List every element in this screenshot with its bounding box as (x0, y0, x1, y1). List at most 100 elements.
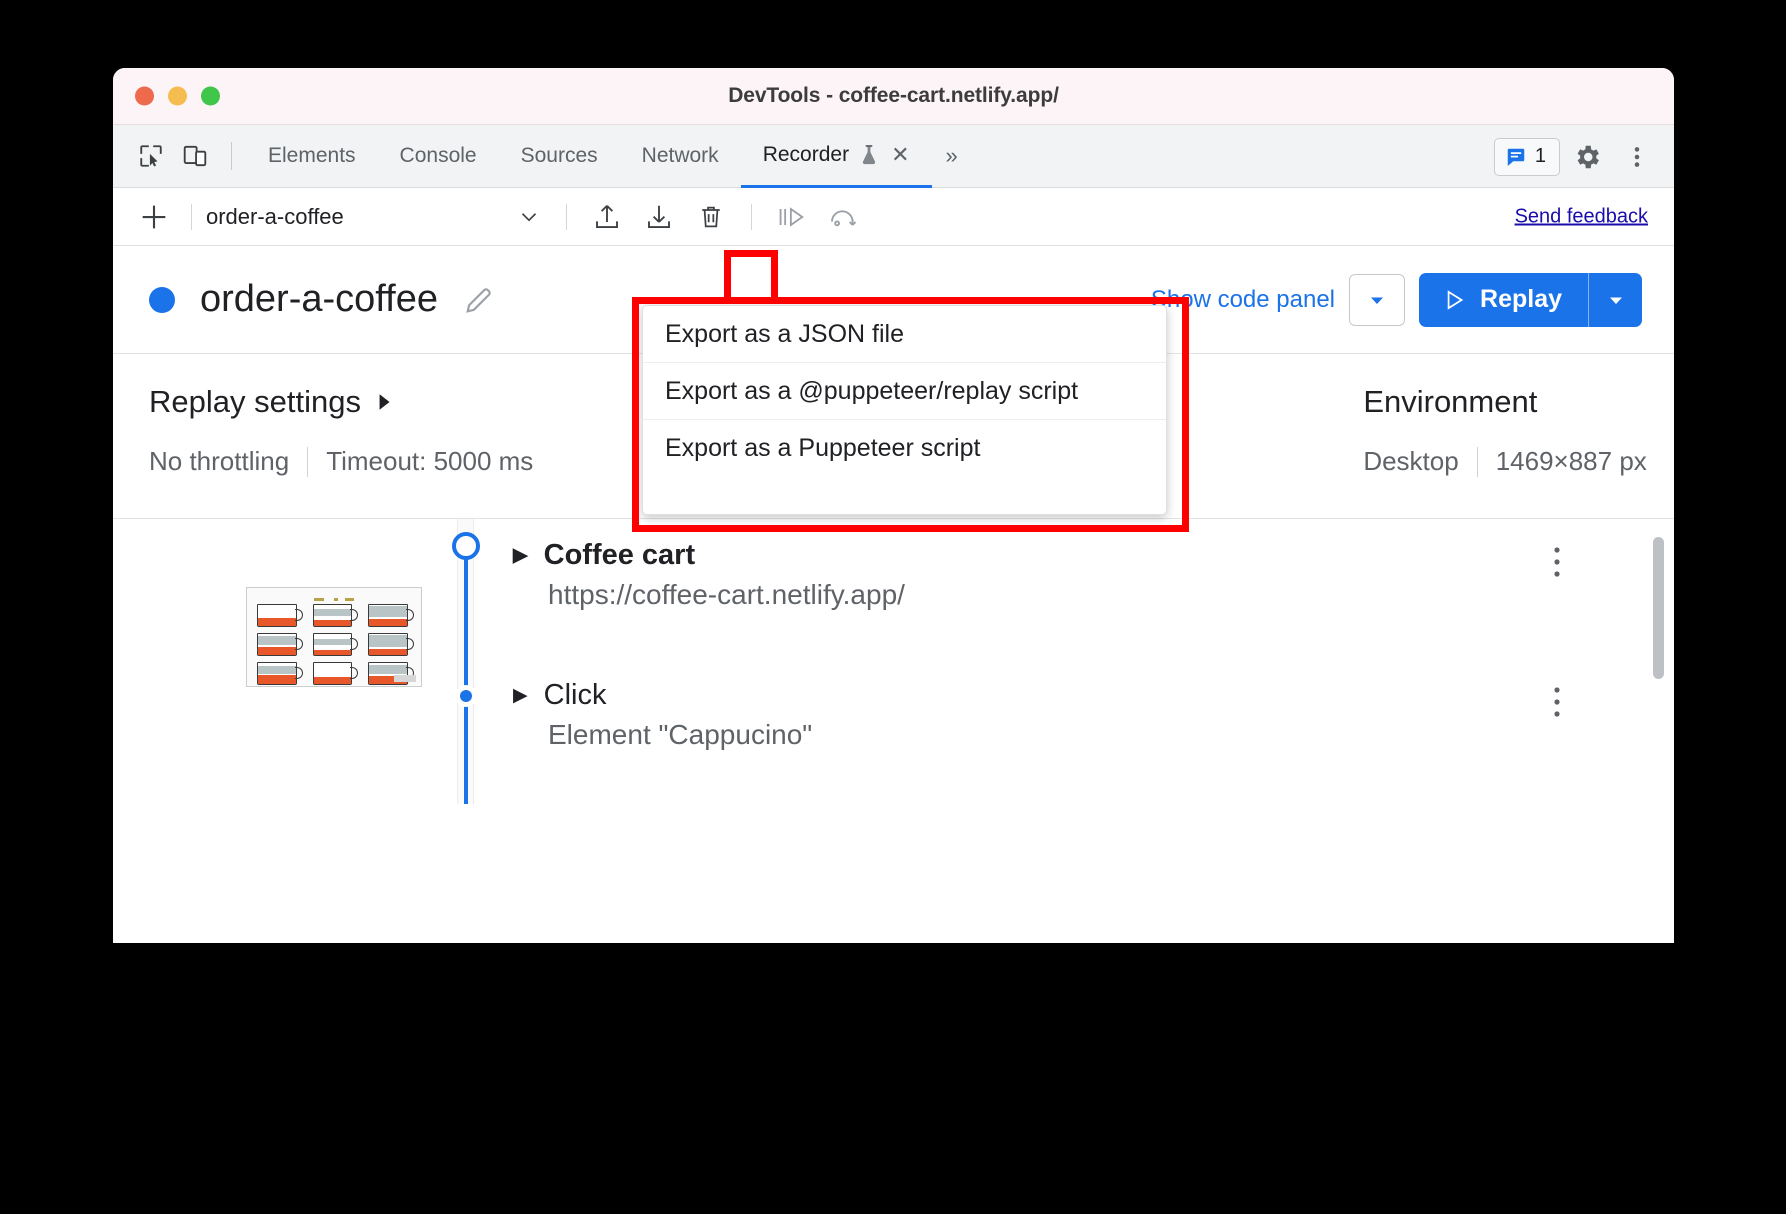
environment-title: Environment (1363, 384, 1538, 419)
environment-device: Desktop (1363, 446, 1459, 476)
replay-options-button[interactable] (1588, 272, 1642, 327)
thumbnail-cart-badge (394, 675, 416, 682)
tab-recorder-label: Recorder (762, 142, 850, 166)
chevron-down-icon[interactable] (506, 194, 552, 240)
recording-selector-label: order-a-coffee (206, 203, 344, 229)
tab-network[interactable]: Network (620, 125, 741, 188)
step-detail: Element "Cappucino" (548, 719, 813, 750)
trash-icon[interactable] (685, 194, 737, 240)
chevron-down-icon (1365, 288, 1389, 312)
chevron-down-icon (1604, 288, 1628, 312)
timeout-value: Timeout: 5000 ms (326, 446, 534, 476)
kebab-menu-icon[interactable] (1614, 134, 1660, 180)
thumbnail-item (257, 633, 303, 656)
step-row-click-1[interactable]: ▶ Click Element "Cappucino" (513, 679, 1614, 751)
recording-header-actions: Show code panel Replay (1151, 272, 1642, 327)
tab-network-label: Network (641, 144, 719, 167)
tabbar-right-controls: 1 (1493, 125, 1660, 188)
step-row-navigate[interactable]: ▶ Coffee cart https://coffee-cart.netlif… (513, 539, 1614, 611)
play-triangle-icon (1441, 287, 1467, 313)
replay-button[interactable]: Replay (1419, 273, 1588, 327)
tab-console[interactable]: Console (378, 125, 499, 188)
more-tabs-icon[interactable]: » (932, 143, 972, 169)
steps-timeline-rail (451, 519, 480, 804)
replay-settings-title: Replay settings (149, 384, 361, 419)
toolbar-divider-3 (751, 203, 752, 230)
step-header: ▶ Click (513, 679, 1614, 712)
replay-settings-section: Replay settings No throttling Timeout: 5… (149, 384, 533, 518)
devtools-window: DevTools - coffee-cart.netlify.app/ Elem… (113, 68, 1674, 943)
recording-title: order-a-coffee (200, 278, 438, 320)
thumbnail-item (312, 604, 358, 627)
step-title: Coffee cart (543, 539, 696, 571)
experiment-flask-icon (859, 144, 879, 166)
steps-list[interactable]: ▶ Coffee cart https://coffee-cart.netlif… (113, 519, 1674, 804)
inspect-element-icon[interactable] (129, 134, 173, 178)
replay-settings-toggle[interactable]: Replay settings (149, 384, 533, 420)
menu-item-export-puppeteer[interactable]: Export as a Puppeteer script (643, 420, 1166, 477)
code-panel-dropdown-button[interactable] (1349, 273, 1406, 326)
window-title: DevTools - coffee-cart.netlify.app/ (728, 84, 1059, 107)
tab-sources[interactable]: Sources (499, 125, 620, 188)
show-code-panel-link[interactable]: Show code panel (1151, 286, 1335, 314)
timeline-node-start (451, 532, 480, 560)
add-recording-button[interactable] (131, 194, 177, 240)
replay-button-label: Replay (1480, 285, 1562, 313)
thumbnail-product-grid (253, 602, 417, 686)
thumbnail-item (257, 662, 303, 685)
replay-button-group: Replay (1419, 272, 1642, 327)
menu-item-export-puppeteer-replay[interactable]: Export as a @puppeteer/replay script (643, 363, 1166, 420)
recording-status-dot (149, 286, 175, 313)
step-over-icon[interactable] (766, 194, 818, 240)
timeline-line (463, 556, 468, 804)
gear-icon[interactable] (1564, 134, 1610, 180)
recording-selector[interactable]: order-a-coffee (206, 204, 506, 230)
replay-loop-icon[interactable] (818, 194, 870, 240)
timeline-node-step (454, 685, 477, 707)
throttling-value: No throttling (149, 446, 290, 476)
close-window-button[interactable] (135, 86, 154, 106)
caret-right-icon[interactable]: ▶ (513, 686, 528, 705)
environment-section: Environment Desktop 1469×887 px (1363, 384, 1647, 518)
send-feedback-link[interactable]: Send feedback (1515, 205, 1648, 228)
export-download-icon[interactable] (633, 194, 685, 240)
window-titlebar: DevTools - coffee-cart.netlify.app/ (113, 68, 1674, 125)
step-detail: https://coffee-cart.netlify.app/ (548, 579, 905, 610)
tab-recorder[interactable]: Recorder ✕ (740, 125, 932, 188)
replay-settings-summary: No throttling Timeout: 5000 ms (149, 446, 533, 477)
thumbnail-item (257, 604, 303, 627)
recorder-toolbar: order-a-coffee Send feedback (113, 188, 1674, 246)
toolbar-divider-1 (191, 203, 192, 230)
minimize-window-button[interactable] (168, 86, 187, 106)
close-icon[interactable]: ✕ (891, 142, 909, 168)
issues-message-icon (1505, 146, 1527, 168)
environment-viewport: 1469×887 px (1495, 446, 1647, 476)
thumbnail-item (312, 662, 358, 685)
device-toolbar-icon[interactable] (173, 134, 217, 178)
steps-scrollbar[interactable] (1653, 537, 1664, 679)
summary-divider (1476, 446, 1478, 477)
maximize-window-button[interactable] (201, 86, 220, 106)
devtools-tabbar: Elements Console Sources Network Recorde… (113, 125, 1674, 188)
summary-divider (307, 446, 309, 477)
step-title: Click (543, 679, 607, 711)
step-menu-icon[interactable] (1552, 685, 1562, 719)
pencil-edit-icon[interactable] (462, 283, 496, 317)
step-header: ▶ Coffee cart (513, 539, 1614, 572)
caret-right-icon[interactable]: ▶ (513, 546, 528, 565)
menu-item-export-json[interactable]: Export as a JSON file (643, 306, 1166, 363)
step-menu-icon[interactable] (1552, 545, 1562, 579)
tab-elements[interactable]: Elements (246, 125, 378, 188)
import-upload-icon[interactable] (581, 194, 633, 240)
environment-summary: Desktop 1469×887 px (1363, 446, 1647, 477)
caret-right-icon (375, 392, 393, 412)
thumbnail-item (312, 633, 358, 656)
issues-badge[interactable]: 1 (1493, 137, 1560, 176)
thumbnail-item (368, 604, 414, 627)
tab-sources-label: Sources (520, 144, 598, 167)
issues-count: 1 (1534, 145, 1546, 167)
tabbar-divider (231, 142, 232, 170)
export-dropdown-menu[interactable]: Export as a JSON file Export as a @puppe… (642, 305, 1167, 515)
screenshot-thumbnail (246, 587, 422, 687)
toolbar-divider-2 (566, 203, 567, 230)
